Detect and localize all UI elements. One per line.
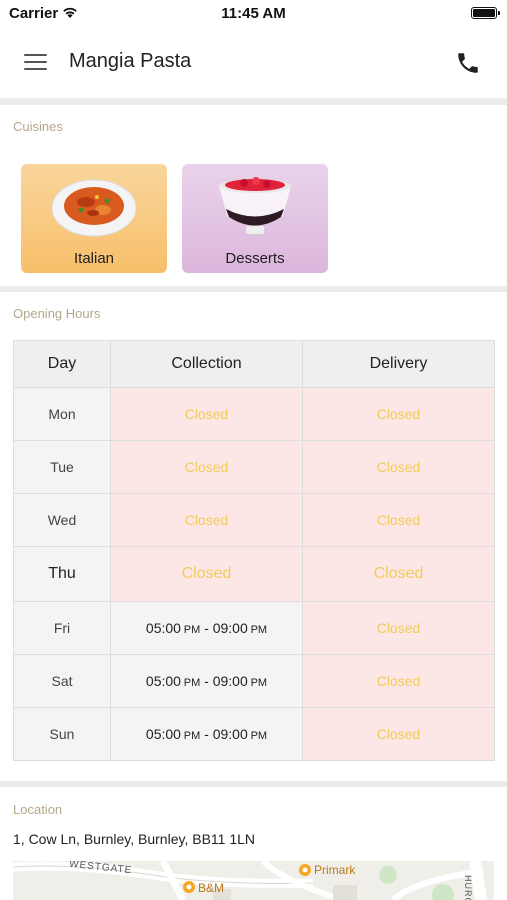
table-row: Tue Closed Closed	[13, 440, 495, 494]
table-row: Sat 05:00 PM - 09:00 PM Closed	[13, 654, 495, 708]
cuisines-title: Cuisines	[13, 119, 63, 134]
cuisine-card-desserts[interactable]: Desserts	[182, 164, 328, 273]
delivery-cell: Closed	[302, 440, 495, 494]
day-cell: Thu	[13, 546, 111, 602]
map-label-street-edge: HURC	[463, 875, 473, 900]
battery-icon	[471, 7, 500, 19]
collection-cell: 05:00 PM - 09:00 PM	[110, 707, 303, 761]
day-cell: Sun	[13, 707, 111, 761]
cuisine-label-desserts: Desserts	[225, 250, 285, 267]
opening-hours-table: Day Collection Delivery Mon Closed Close…	[13, 340, 495, 761]
collection-cell: Closed	[110, 440, 303, 494]
day-cell: Fri	[13, 601, 111, 655]
delivery-cell: Closed	[302, 387, 495, 441]
nav-bar: Mangia Pasta	[0, 28, 507, 98]
day-cell: Mon	[13, 387, 111, 441]
status-bar: Carrier 11:45 AM	[0, 0, 507, 28]
phone-icon[interactable]	[455, 50, 481, 76]
column-header-day: Day	[13, 340, 111, 388]
day-cell: Tue	[13, 440, 111, 494]
divider	[0, 98, 507, 105]
column-header-delivery: Delivery	[302, 340, 495, 388]
map-label-poi-b-and-m: B&M	[198, 881, 225, 895]
delivery-cell: Closed	[302, 601, 495, 655]
location-title: Location	[13, 802, 63, 817]
collection-cell: Closed	[110, 493, 303, 547]
hamburger-menu-icon[interactable]	[24, 52, 48, 72]
table-row: Wed Closed Closed	[13, 493, 495, 547]
table-row: Sun 05:00 PM - 09:00 PM Closed	[13, 707, 495, 761]
delivery-cell: Closed	[302, 654, 495, 708]
collection-cell: Closed	[110, 546, 303, 602]
pasta-plate-image	[51, 179, 137, 237]
divider	[0, 781, 507, 787]
table-header-row: Day Collection Delivery	[13, 340, 495, 388]
table-row: Mon Closed Closed	[13, 387, 495, 441]
day-cell: Wed	[13, 493, 111, 547]
collection-cell: 05:00 PM - 09:00 PM	[110, 601, 303, 655]
location-map[interactable]: WESTGATE B&M Primark HURC	[13, 861, 494, 900]
delivery-cell: Closed	[302, 546, 495, 602]
page-title: Mangia Pasta	[69, 50, 192, 72]
address-text: 1, Cow Ln, Burnley, Burnley, BB11 1LN	[13, 831, 256, 847]
opening-hours-title: Opening Hours	[13, 306, 101, 321]
divider	[0, 286, 507, 292]
delivery-cell: Closed	[302, 707, 495, 761]
map-label-poi-primark: Primark	[314, 863, 356, 877]
cuisine-label-italian: Italian	[73, 250, 115, 267]
status-time: 11:45 AM	[221, 5, 286, 22]
table-row: Fri 05:00 PM - 09:00 PM Closed	[13, 601, 495, 655]
day-cell: Sat	[13, 654, 111, 708]
cuisine-card-italian[interactable]: Italian	[21, 164, 167, 273]
delivery-cell: Closed	[302, 493, 495, 547]
collection-cell: Closed	[110, 387, 303, 441]
column-header-collection: Collection	[110, 340, 303, 388]
dessert-bowl-image	[219, 177, 291, 234]
collection-cell: 05:00 PM - 09:00 PM	[110, 654, 303, 708]
table-row: Thu Closed Closed	[13, 546, 495, 602]
